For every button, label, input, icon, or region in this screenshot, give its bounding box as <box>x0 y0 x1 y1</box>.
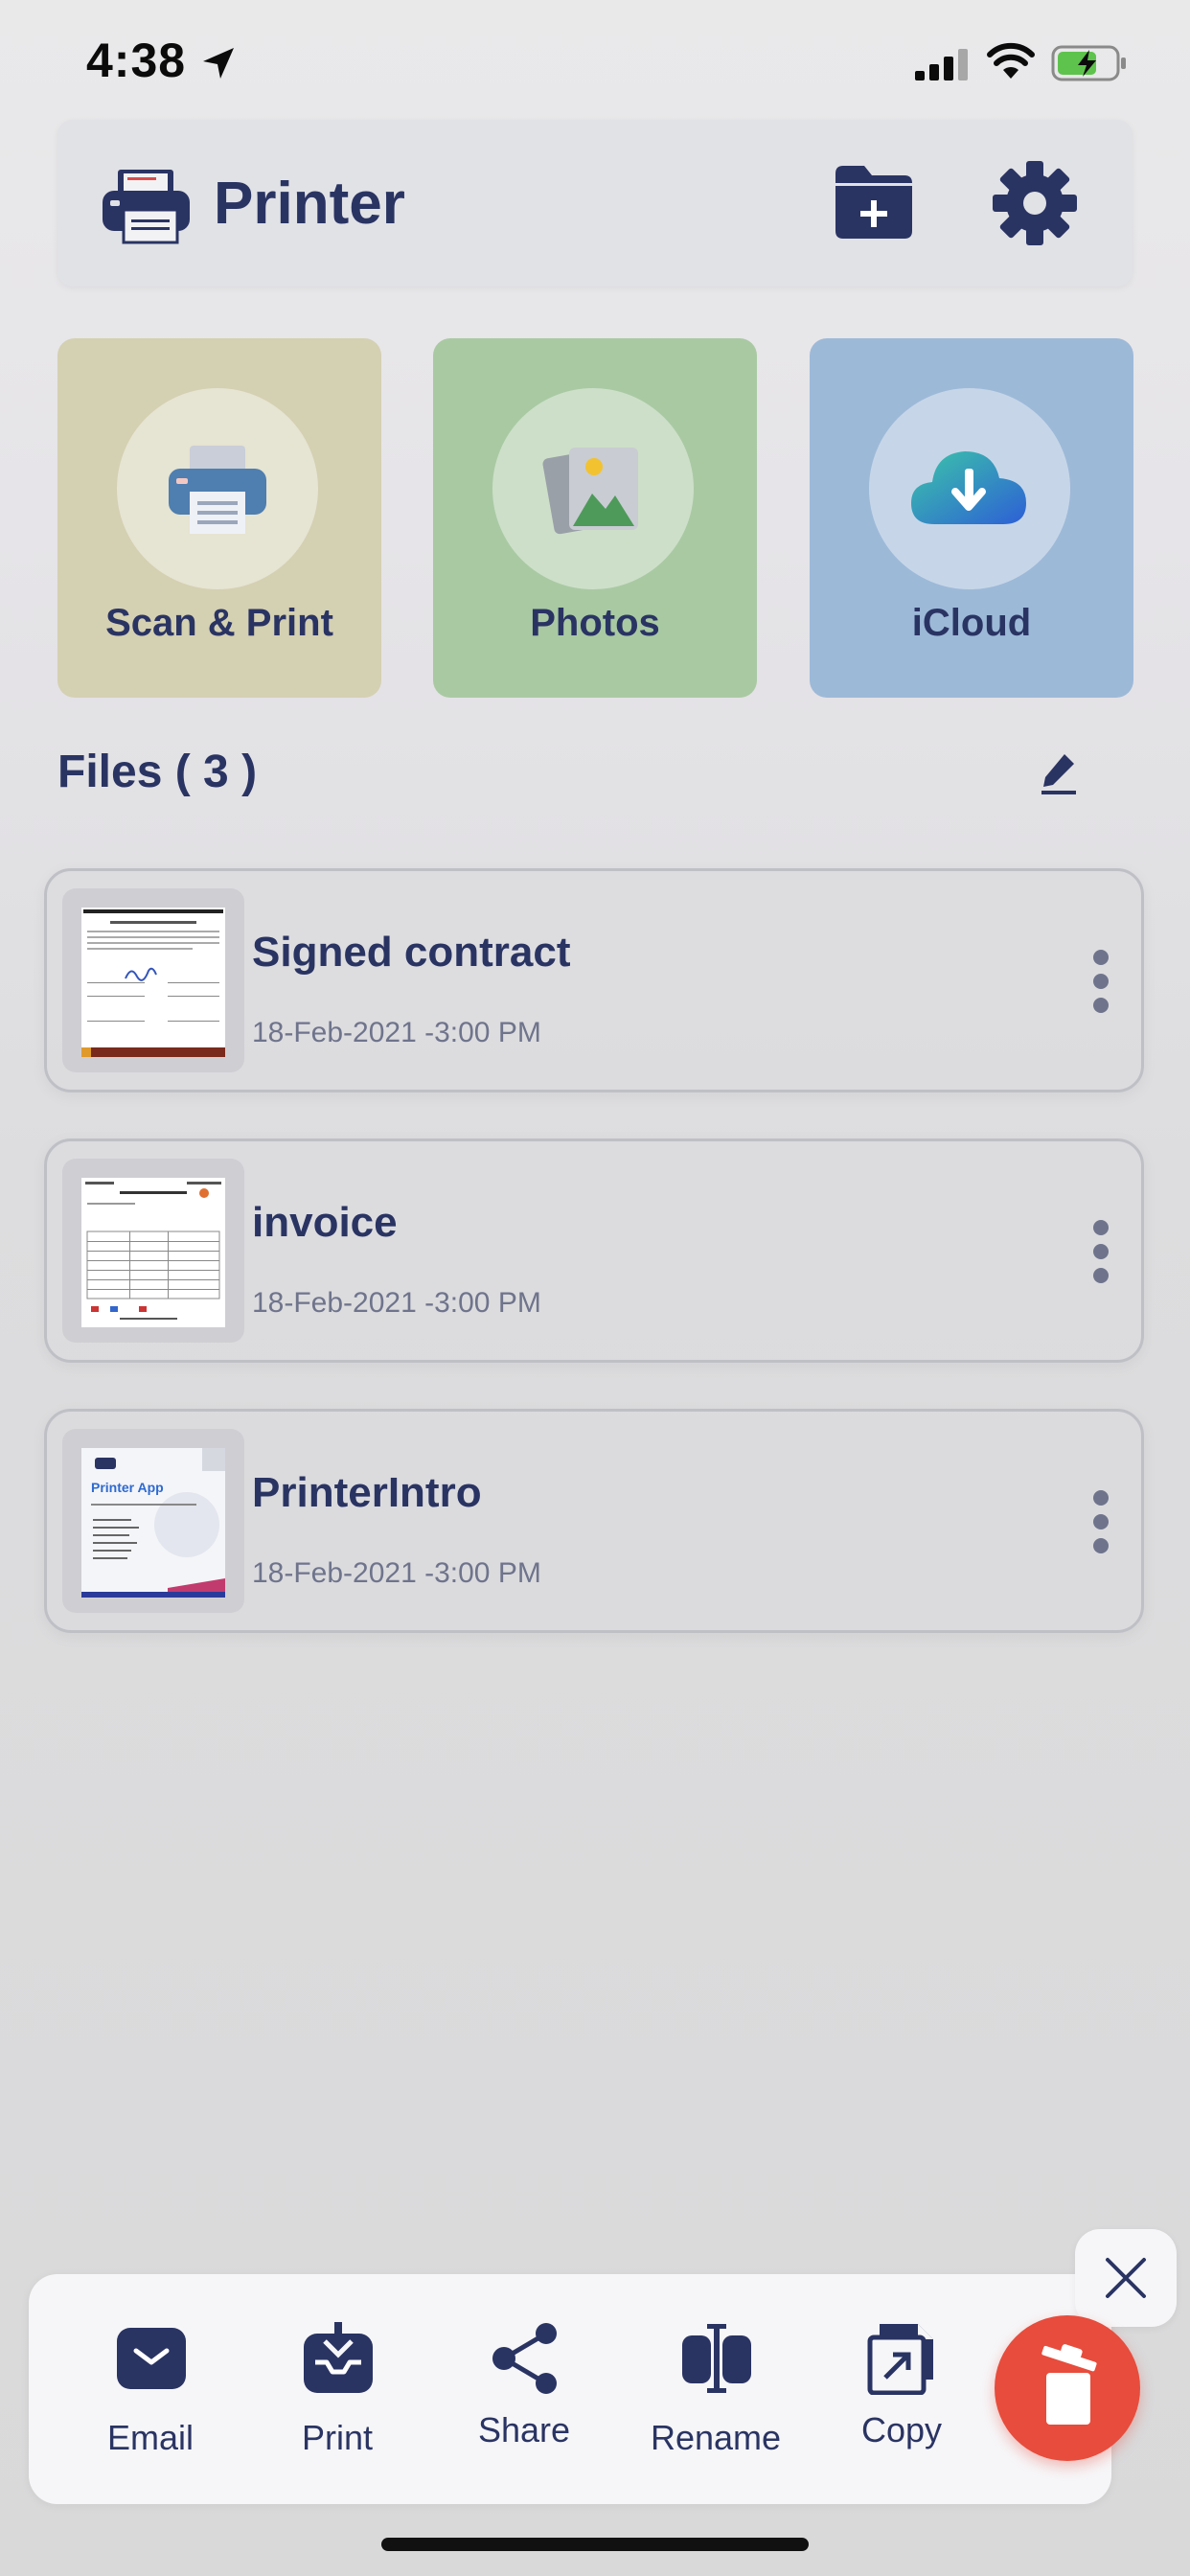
print-button[interactable]: Print <box>265 2274 409 2504</box>
file-name: invoice <box>252 1199 398 1246</box>
share-icon <box>492 2323 557 2394</box>
tile-icon-circle <box>117 388 318 589</box>
photos-tile[interactable]: Photos <box>433 338 757 698</box>
rename-button[interactable]: Rename <box>644 2274 788 2504</box>
file-row[interactable]: Signed contract 18-Feb-2021 -3:00 PM <box>44 868 1144 1092</box>
scan-print-tile[interactable]: Scan & Print <box>57 338 381 698</box>
location-arrow-icon <box>203 48 234 79</box>
folder-add-icon[interactable] <box>832 160 916 244</box>
share-button[interactable]: Share <box>452 2274 596 2504</box>
tile-label: Photos <box>530 602 660 644</box>
close-icon <box>1106 2258 1146 2298</box>
contract-thumbnail-image <box>81 908 225 1057</box>
rename-label: Rename <box>650 2418 782 2457</box>
file-name: Signed contract <box>252 929 571 976</box>
copy-button[interactable]: Copy <box>830 2274 973 2504</box>
file-thumbnail: Printer App <box>62 1429 244 1613</box>
copy-icon <box>867 2324 933 2395</box>
files-title: Files ( 3 ) <box>57 747 258 797</box>
gear-icon[interactable] <box>992 160 1078 246</box>
copy-label: Copy <box>860 2410 943 2450</box>
edit-pencil-icon[interactable] <box>1040 750 1078 796</box>
invoice-thumbnail-image <box>81 1178 225 1327</box>
more-options-icon[interactable] <box>1091 1218 1110 1285</box>
share-label: Share <box>477 2410 571 2450</box>
more-options-icon[interactable] <box>1091 1488 1110 1555</box>
trash-icon <box>1041 2344 1097 2425</box>
file-thumbnail <box>62 1159 244 1343</box>
tile-icon-circle <box>492 388 694 589</box>
file-row[interactable]: invoice 18-Feb-2021 -3:00 PM <box>44 1138 1144 1363</box>
file-date: 18-Feb-2021 -3:00 PM <box>252 1017 541 1048</box>
file-thumbnail <box>62 888 244 1072</box>
rename-icon <box>682 2324 751 2393</box>
email-icon <box>117 2328 186 2389</box>
tile-icon-circle <box>869 388 1070 589</box>
print-label: Print <box>301 2418 374 2457</box>
printer-icon <box>169 446 266 534</box>
home-indicator <box>381 2538 809 2551</box>
file-name: PrinterIntro <box>252 1469 482 1516</box>
file-row[interactable]: Printer App PrinterIntro 18-Feb-2021 -3:… <box>44 1409 1144 1633</box>
email-label: Email <box>106 2418 195 2457</box>
printer-intro-thumbnail-image: Printer App <box>81 1448 225 1598</box>
status-time: 4:38 <box>86 34 187 87</box>
battery-charging-icon <box>1051 45 1126 81</box>
thumbnail-title-text: Printer App <box>91 1480 164 1495</box>
wifi-icon <box>987 42 1035 79</box>
icloud-download-icon <box>911 451 1026 524</box>
email-button[interactable]: Email <box>79 2274 222 2504</box>
file-date: 18-Feb-2021 -3:00 PM <box>252 1557 541 1589</box>
tile-label: Scan & Print <box>105 602 333 644</box>
delete-button[interactable] <box>995 2315 1140 2461</box>
printer-icon <box>103 170 190 244</box>
print-tray-icon <box>304 2322 373 2393</box>
close-toolbar-button[interactable] <box>1075 2229 1177 2327</box>
cellular-signal-icon <box>915 49 968 80</box>
app-title: Printer <box>214 171 405 237</box>
photos-icon <box>542 448 638 535</box>
app-header: Printer <box>57 120 1133 287</box>
file-date: 18-Feb-2021 -3:00 PM <box>252 1287 541 1319</box>
tile-label: iCloud <box>911 602 1032 644</box>
more-options-icon[interactable] <box>1091 948 1110 1015</box>
file-action-toolbar: Email Print Share Rename Copy <box>29 2274 1111 2504</box>
icloud-tile[interactable]: iCloud <box>810 338 1133 698</box>
